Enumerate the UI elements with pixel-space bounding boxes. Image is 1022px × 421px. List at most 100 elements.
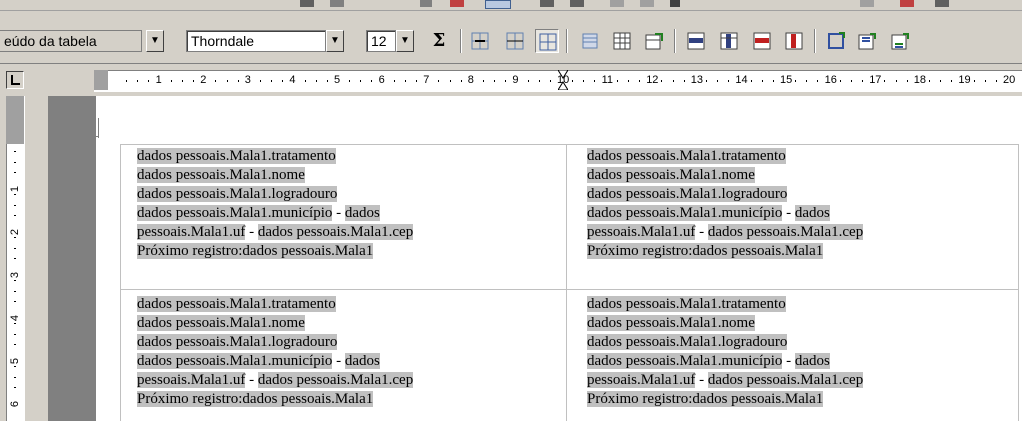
- indent-marker-icon[interactable]: [557, 69, 569, 91]
- delete-column-button[interactable]: [782, 29, 806, 53]
- ruler-tick: [995, 80, 997, 82]
- field-next-record[interactable]: Próximo registro:dados pessoais.Mala1: [137, 391, 374, 407]
- field-municipio[interactable]: dados pessoais.Mala1.município: [587, 353, 783, 369]
- optimize-table-icon: [582, 33, 598, 49]
- font-size-combo[interactable]: 12: [366, 30, 396, 52]
- paragraph-style-combo[interactable]: eúdo da tabela: [0, 30, 142, 52]
- table-cell-label-4[interactable]: dados pessoais.Mala1.tratamento dados pe…: [587, 295, 864, 409]
- delete-column-icon: [785, 32, 803, 50]
- toolbar-icon[interactable]: [540, 0, 554, 7]
- table-cell-label-3[interactable]: dados pessoais.Mala1.tratamento dados pe…: [137, 295, 414, 409]
- ruler-tick: [639, 80, 641, 82]
- field-logradouro[interactable]: dados pessoais.Mala1.logradouro: [137, 186, 338, 202]
- toolbar-icon[interactable]: [300, 0, 314, 7]
- field-cep[interactable]: dados pessoais.Mala1.cep: [707, 224, 864, 240]
- field-next-record[interactable]: Próximo registro:dados pessoais.Mala1: [137, 243, 374, 259]
- field-cep[interactable]: dados pessoais.Mala1.cep: [707, 372, 864, 388]
- toolbar-icon[interactable]: [450, 0, 464, 7]
- toolbar-icon[interactable]: [485, 0, 511, 9]
- optimize-table-button[interactable]: [578, 29, 602, 53]
- field-nome[interactable]: dados pessoais.Mala1.nome: [587, 315, 755, 331]
- toolbar-icon[interactable]: [330, 0, 344, 7]
- toolbar-icon[interactable]: [640, 0, 654, 7]
- cell-vertical-top-button[interactable]: [855, 29, 879, 53]
- insert-table-button[interactable]: [610, 29, 634, 53]
- table-border-right: [1018, 144, 1019, 421]
- table-cell-label-2[interactable]: dados pessoais.Mala1.tratamento dados pe…: [587, 147, 864, 261]
- field-municipio[interactable]: dados pessoais.Mala1.município: [137, 205, 333, 221]
- separator-text: -: [332, 353, 345, 369]
- ruler-tick: [282, 80, 284, 82]
- autoformat-table-icon: [645, 33, 663, 50]
- field-cep[interactable]: dados pessoais.Mala1.cep: [257, 372, 414, 388]
- field-uf-part[interactable]: dados: [794, 353, 830, 369]
- toolbar-separator: [460, 29, 462, 53]
- merge-cells-button[interactable]: [468, 29, 492, 53]
- field-logradouro[interactable]: dados pessoais.Mala1.logradouro: [587, 186, 788, 202]
- field-logradouro[interactable]: dados pessoais.Mala1.logradouro: [137, 334, 338, 350]
- field-tratamento[interactable]: dados pessoais.Mala1.tratamento: [137, 296, 336, 312]
- field-municipio[interactable]: dados pessoais.Mala1.município: [587, 205, 783, 221]
- field-nome[interactable]: dados pessoais.Mala1.nome: [587, 167, 755, 183]
- autoformat-table-button[interactable]: [642, 29, 666, 53]
- toolbar-icon[interactable]: [420, 0, 432, 7]
- separator-text: -: [245, 372, 258, 388]
- ruler-number: 17: [869, 74, 882, 86]
- table-boundaries-button[interactable]: [535, 29, 559, 53]
- vertical-ruler-tick: [14, 376, 16, 378]
- toolbar-icon[interactable]: [900, 0, 914, 7]
- field-nome[interactable]: dados pessoais.Mala1.nome: [137, 315, 305, 331]
- tab-stop-selector-button[interactable]: [6, 71, 24, 89]
- separator-text: -: [245, 224, 258, 240]
- font-size-dropdown-button[interactable]: ▼: [396, 30, 414, 52]
- ruler-tick: [215, 80, 217, 82]
- borders-button[interactable]: [824, 29, 848, 53]
- field-next-record[interactable]: Próximo registro:dados pessoais.Mala1: [587, 243, 824, 259]
- toolbar-separator: [674, 29, 676, 53]
- ruler-number: 6: [378, 74, 385, 86]
- ruler-tick: [850, 80, 852, 82]
- field-uf-part[interactable]: dados: [344, 353, 380, 369]
- font-name-combo[interactable]: Thorndale: [186, 30, 326, 52]
- field-municipio[interactable]: dados pessoais.Mala1.município: [137, 353, 333, 369]
- paragraph-style-dropdown-button[interactable]: ▼: [146, 30, 164, 52]
- field-tratamento[interactable]: dados pessoais.Mala1.tratamento: [137, 148, 336, 164]
- insert-column-button[interactable]: [717, 29, 741, 53]
- tab-left-icon: [11, 75, 20, 85]
- document-page[interactable]: dados pessoais.Mala1.tratamento dados pe…: [94, 96, 1022, 421]
- field-uf[interactable]: pessoais.Mala1.uf: [137, 372, 246, 388]
- toolbar-icon[interactable]: [570, 0, 584, 7]
- field-next-record[interactable]: Próximo registro:dados pessoais.Mala1: [587, 391, 824, 407]
- toolbar-icon[interactable]: [670, 0, 680, 7]
- ruler-tick: [416, 80, 418, 82]
- ruler-number: 8: [467, 74, 474, 86]
- vertical-ruler-tick: [14, 258, 16, 260]
- field-tratamento[interactable]: dados pessoais.Mala1.tratamento: [587, 148, 786, 164]
- toolbar-icon[interactable]: [935, 0, 949, 7]
- paragraph-style-value: eúdo da tabela: [4, 33, 97, 49]
- toolbar-icon[interactable]: [610, 0, 624, 7]
- split-cells-button[interactable]: [503, 29, 527, 53]
- field-uf[interactable]: pessoais.Mala1.uf: [587, 372, 696, 388]
- delete-row-button[interactable]: [750, 29, 774, 53]
- field-nome[interactable]: dados pessoais.Mala1.nome: [137, 167, 305, 183]
- ruler-tick: [527, 80, 529, 82]
- font-name-dropdown-button[interactable]: ▼: [326, 30, 344, 52]
- ruler-number: 18: [913, 74, 927, 86]
- ruler-tick: [572, 80, 574, 82]
- cell-vertical-center-button[interactable]: [888, 29, 912, 53]
- sum-button[interactable]: Σ: [427, 29, 451, 53]
- ruler-tick: [884, 80, 886, 82]
- ruler-tick: [806, 80, 808, 82]
- field-tratamento[interactable]: dados pessoais.Mala1.tratamento: [587, 296, 786, 312]
- table-cell-label-1[interactable]: dados pessoais.Mala1.tratamento dados pe…: [137, 147, 414, 261]
- field-uf[interactable]: pessoais.Mala1.uf: [137, 224, 246, 240]
- field-uf[interactable]: pessoais.Mala1.uf: [587, 224, 696, 240]
- insert-row-button[interactable]: [684, 29, 708, 53]
- ruler-tick: [538, 80, 540, 82]
- field-uf-part[interactable]: dados: [794, 205, 830, 221]
- field-cep[interactable]: dados pessoais.Mala1.cep: [257, 224, 414, 240]
- field-uf-part[interactable]: dados: [344, 205, 380, 221]
- toolbar-icon[interactable]: [860, 0, 874, 7]
- field-logradouro[interactable]: dados pessoais.Mala1.logradouro: [587, 334, 788, 350]
